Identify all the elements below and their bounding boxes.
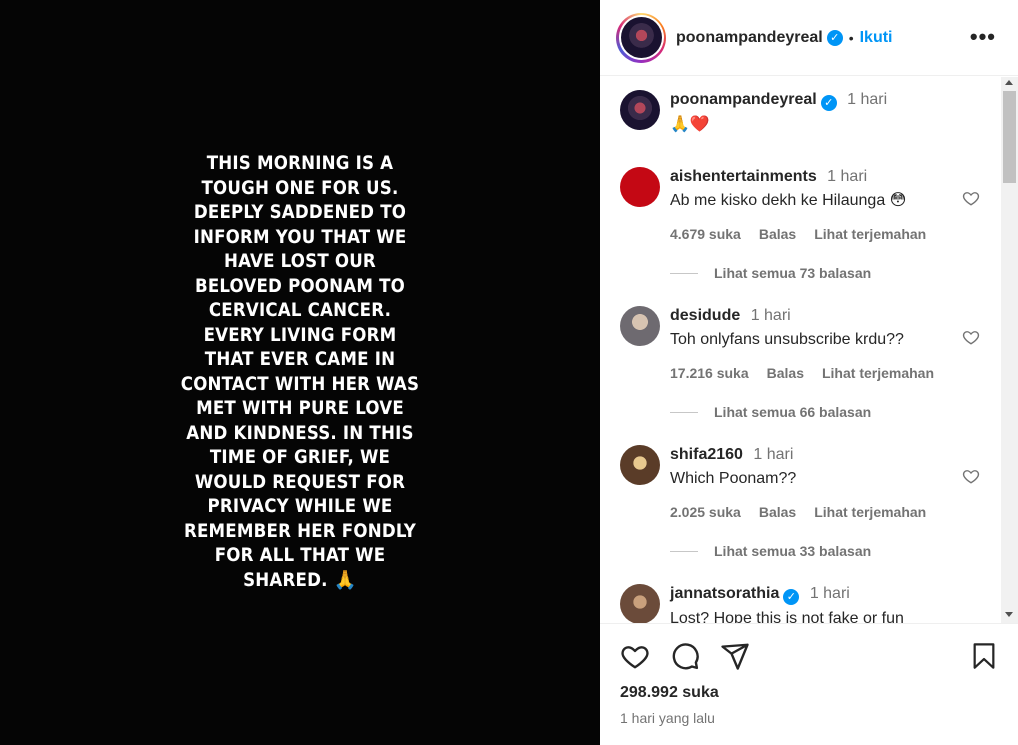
comments-list[interactable]: poonampandeyreal ✓ 1 hari 🙏❤️ aishenterta…	[600, 77, 1018, 623]
scroll-down-icon[interactable]	[1005, 612, 1013, 617]
reply-button[interactable]: Balas	[759, 226, 796, 242]
post-media[interactable]: THIS MORNING IS A TOUGH ONE FOR US. DEEP…	[0, 0, 600, 745]
caption-time[interactable]: 1 hari	[847, 91, 887, 108]
share-icon[interactable]	[720, 641, 750, 671]
post-image-text: THIS MORNING IS A TOUGH ONE FOR US. DEEP…	[180, 153, 420, 591]
comment-time[interactable]: 1 hari	[810, 585, 850, 602]
author-username[interactable]: poonampandeyreal	[676, 29, 823, 47]
reply-button[interactable]: Balas	[759, 504, 796, 520]
comment-text: Lost? Hope this is not fake or fun	[670, 610, 904, 623]
translate-button[interactable]: Lihat terjemahan	[814, 226, 926, 242]
author-avatar-ring[interactable]	[616, 12, 666, 63]
follow-button[interactable]: Ikuti	[860, 29, 893, 47]
post-like-count[interactable]: 298.992 suka	[620, 684, 719, 702]
view-replies-button[interactable]: Lihat semua 66 balasan	[670, 404, 871, 420]
comment-heart-icon[interactable]	[962, 189, 980, 207]
instagram-post-view: THIS MORNING IS A TOUGH ONE FOR US. DEEP…	[0, 0, 1018, 745]
comment-item: desidude 1 hari Toh onlyfans unsubscribe…	[620, 306, 1000, 426]
comment-icon[interactable]	[670, 641, 700, 671]
comment-text: Toh onlyfans unsubscribe krdu??	[670, 331, 904, 348]
comment-likes[interactable]: 2.025 suka	[670, 504, 741, 520]
translate-button[interactable]: Lihat terjemahan	[814, 504, 926, 520]
view-replies-button[interactable]: Lihat semua 33 balasan	[670, 543, 871, 559]
view-replies-label: Lihat semua 33 balasan	[714, 543, 872, 559]
caption-username[interactable]: poonampandeyreal	[670, 91, 817, 108]
comment-avatar[interactable]	[620, 584, 660, 623]
comment-likes[interactable]: 17.216 suka	[670, 365, 749, 381]
comment-heart-icon[interactable]	[962, 467, 980, 485]
reply-button[interactable]: Balas	[767, 365, 804, 381]
more-options-icon[interactable]: •••	[970, 24, 996, 50]
verified-badge-icon: ✓	[783, 589, 800, 605]
post-header: poonampandeyreal ✓ • Ikuti •••	[600, 0, 1018, 76]
post-actions-footer: 298.992 suka 1 hari yang lalu	[600, 623, 1018, 745]
comment-likes[interactable]: 4.679 suka	[670, 226, 741, 242]
translate-button[interactable]: Lihat terjemahan	[822, 365, 934, 381]
scrollbar-thumb[interactable]	[1003, 91, 1016, 183]
comment-text: Ab me kisko dekh ke Hilaunga 😳	[670, 192, 907, 209]
scroll-up-icon[interactable]	[1005, 80, 1013, 85]
post-side-panel: poonampandeyreal ✓ • Ikuti ••• poonampan…	[600, 0, 1018, 745]
post-timestamp[interactable]: 1 hari yang lalu	[620, 710, 715, 726]
comment-time[interactable]: 1 hari	[753, 446, 793, 463]
comment-time[interactable]: 1 hari	[827, 168, 867, 185]
comment-username[interactable]: shifa2160	[670, 446, 743, 463]
verified-badge-icon: ✓	[826, 29, 843, 46]
view-replies-button[interactable]: Lihat semua 73 balasan	[670, 265, 871, 281]
heart-icon[interactable]	[620, 641, 650, 671]
comment-username[interactable]: aishentertainments	[670, 168, 817, 185]
comments-scrollbar[interactable]	[1001, 77, 1018, 623]
caption-text: 🙏❤️	[670, 116, 710, 133]
comment-avatar[interactable]	[620, 167, 660, 207]
separator-dot: •	[848, 29, 854, 46]
comment-heart-icon[interactable]	[962, 328, 980, 346]
comment-text: Which Poonam??	[670, 470, 797, 487]
comment-avatar[interactable]	[620, 445, 660, 485]
comment-item: aishentertainments 1 hari Ab me kisko de…	[620, 167, 1000, 287]
comment-item: shifa2160 1 hari Which Poonam?? 2.025 su…	[620, 445, 1000, 565]
author-avatar	[620, 17, 662, 58]
comment-avatar[interactable]	[620, 306, 660, 346]
comment-item: jannatsorathia ✓ 1 hari Lost? Hope this i…	[620, 584, 1000, 623]
bookmark-icon[interactable]	[970, 641, 998, 671]
caption-avatar[interactable]	[620, 90, 660, 130]
comment-time[interactable]: 1 hari	[751, 307, 791, 324]
post-caption: poonampandeyreal ✓ 1 hari 🙏❤️	[620, 90, 1000, 150]
verified-badge-icon: ✓	[820, 95, 837, 111]
comment-username[interactable]: jannatsorathia	[670, 585, 779, 602]
comment-username[interactable]: desidude	[670, 307, 740, 324]
view-replies-label: Lihat semua 73 balasan	[714, 265, 872, 281]
view-replies-label: Lihat semua 66 balasan	[714, 404, 872, 420]
